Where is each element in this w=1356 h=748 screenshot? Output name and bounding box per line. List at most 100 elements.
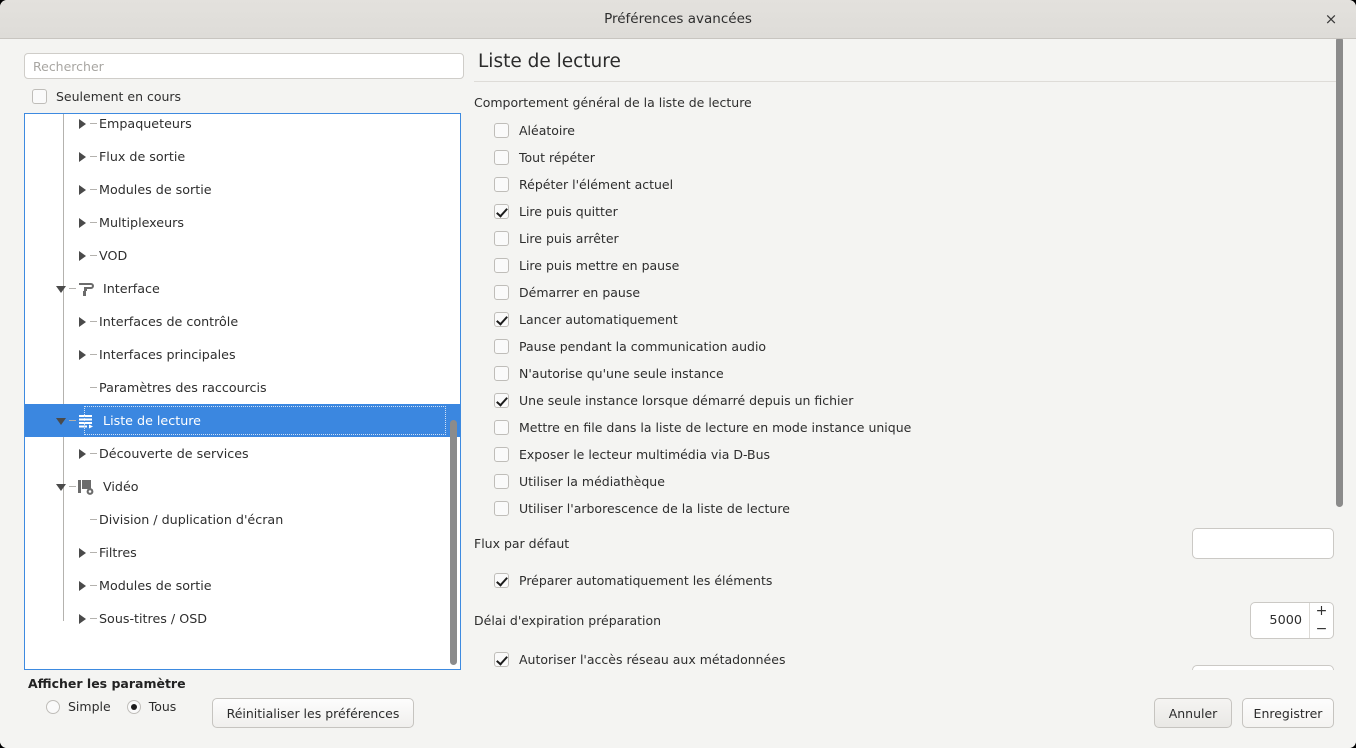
option-checkbox[interactable] xyxy=(494,204,509,219)
tree-item[interactable]: Empaqueteurs xyxy=(25,114,460,140)
chevron-down-icon[interactable] xyxy=(55,414,69,428)
tree-item[interactable]: Interfaces de contrôle xyxy=(25,305,460,338)
option-row[interactable]: Une seule instance lorsque démarré depui… xyxy=(470,387,1356,414)
chevron-right-icon[interactable] xyxy=(76,249,90,263)
chevron-right-icon[interactable] xyxy=(76,216,90,230)
stepper-increment-icon[interactable]: + xyxy=(1310,603,1333,621)
option-checkbox[interactable] xyxy=(494,258,509,273)
option-row[interactable]: Lancer automatiquement xyxy=(470,306,1356,333)
stepper-decrement-icon[interactable]: − xyxy=(1310,620,1333,638)
radio-all[interactable] xyxy=(126,699,141,714)
option-checkbox[interactable] xyxy=(494,420,509,435)
options-list: Aléatoire Tout répéter Répéter l'élément a… xyxy=(470,117,1356,522)
option-row[interactable]: Pause pendant la communication audio xyxy=(470,333,1356,360)
dialog-buttons: Annuler Enregistrer xyxy=(1154,698,1334,728)
option-checkbox[interactable] xyxy=(494,474,509,489)
tree-item-label: Interfaces principales xyxy=(99,347,236,362)
tree-item-label: VOD xyxy=(99,248,128,263)
chevron-right-icon[interactable] xyxy=(76,150,90,164)
search-input[interactable] xyxy=(24,53,464,79)
tree-connector-dash xyxy=(90,321,97,322)
chevron-right-icon[interactable] xyxy=(76,183,90,197)
preparse-checkbox[interactable] xyxy=(494,572,509,588)
preparse-timeout-stepper[interactable]: 5000 + − xyxy=(1250,601,1334,639)
chevron-right-icon[interactable] xyxy=(76,315,90,329)
option-checkbox[interactable] xyxy=(494,312,509,327)
cancel-button[interactable]: Annuler xyxy=(1154,698,1232,728)
tree-item[interactable]: Vidéo xyxy=(25,470,460,503)
chevron-right-icon[interactable] xyxy=(76,447,90,461)
tree-item-label: Paramètres des raccourcis xyxy=(99,380,267,395)
option-row[interactable]: Lire puis arrêter xyxy=(470,225,1356,252)
tree-item-label: Modules de sortie xyxy=(99,578,212,593)
option-row[interactable]: Mettre en file dans la liste de lecture … xyxy=(470,414,1356,441)
tree-item[interactable]: Flux de sortie xyxy=(25,140,460,173)
chevron-right-icon[interactable] xyxy=(76,579,90,593)
chevron-down-icon[interactable] xyxy=(55,282,69,296)
video-icon xyxy=(76,478,96,496)
chevron-right-icon[interactable] xyxy=(76,348,90,362)
close-icon[interactable]: × xyxy=(1318,6,1344,32)
chevron-right-icon[interactable] xyxy=(76,612,90,626)
sidebar-scrollbar-thumb[interactable] xyxy=(450,420,457,665)
option-row[interactable]: Aléatoire xyxy=(470,117,1356,144)
option-checkbox[interactable] xyxy=(494,177,509,192)
option-row[interactable]: N'autorise qu'une seule instance xyxy=(470,360,1356,387)
chevron-right-icon[interactable] xyxy=(76,117,90,131)
tree-item[interactable]: Interfaces principales xyxy=(25,338,460,371)
preparse-timeout-value[interactable]: 5000 xyxy=(1251,603,1309,638)
only-current-checkbox[interactable] xyxy=(32,89,47,104)
option-row[interactable]: Lire puis mettre en pause xyxy=(470,252,1356,279)
reset-preferences-button[interactable]: Réinitialiser les préférences xyxy=(211,698,415,728)
sidebar-scrollbar-track[interactable] xyxy=(447,114,460,669)
tree-item-label: Sous-titres / OSD xyxy=(99,611,208,626)
tree-item[interactable]: Modules de sortie xyxy=(25,173,460,206)
tree-item[interactable]: Division / duplication d'écran xyxy=(25,503,460,536)
option-row[interactable]: Utiliser la médiathèque xyxy=(470,468,1356,495)
tree-item[interactable]: Liste de lecture xyxy=(25,404,460,437)
option-checkbox[interactable] xyxy=(494,285,509,300)
option-checkbox[interactable] xyxy=(494,366,509,381)
titlebar: Préférences avancées × xyxy=(0,0,1356,39)
save-button[interactable]: Enregistrer xyxy=(1242,698,1334,728)
default-stream-input[interactable] xyxy=(1192,527,1334,559)
option-row[interactable]: Exposer le lecteur multimédia via D-Bus xyxy=(470,441,1356,468)
tree-connector-dash xyxy=(90,189,97,190)
tree-item[interactable]: Modules de sortie xyxy=(25,569,460,602)
network-metadata-checkbox[interactable] xyxy=(494,651,509,667)
tree-item[interactable]: Paramètres des raccourcis xyxy=(25,371,460,404)
preparse-row[interactable]: Préparer automatiquement les éléments xyxy=(470,564,1356,596)
footer: Afficher les paramètre Simple Tous Réini… xyxy=(0,670,1356,748)
settings-scrollbar-thumb[interactable] xyxy=(1336,39,1343,507)
tree-item-label: Vidéo xyxy=(103,479,139,494)
settings-tree-frame: Empaqueteurs Flux de sortie Modules de sor… xyxy=(24,113,461,670)
option-checkbox[interactable] xyxy=(494,231,509,246)
option-checkbox[interactable] xyxy=(494,447,509,462)
option-row[interactable]: Utiliser l'arborescence de la liste de l… xyxy=(470,495,1356,522)
preparse-label: Préparer automatiquement les éléments xyxy=(519,572,773,588)
option-label: Mettre en file dans la liste de lecture … xyxy=(519,420,912,435)
option-label: Utiliser la médiathèque xyxy=(519,474,665,489)
only-current-row[interactable]: Seulement en cours xyxy=(0,79,470,113)
option-checkbox[interactable] xyxy=(494,393,509,408)
option-checkbox[interactable] xyxy=(494,123,509,138)
tree-item[interactable]: Multiplexeurs xyxy=(25,206,460,239)
radio-simple[interactable] xyxy=(46,699,60,714)
settings-scrollbar-track[interactable] xyxy=(1333,39,1346,670)
tree-item[interactable]: Découverte de services xyxy=(25,437,460,470)
tree-item[interactable]: Sous-titres / OSD xyxy=(25,602,460,635)
chevron-down-icon[interactable] xyxy=(55,480,69,494)
tree-item[interactable]: Interface xyxy=(25,272,460,305)
option-checkbox[interactable] xyxy=(494,150,509,165)
option-row[interactable]: Tout répéter xyxy=(470,144,1356,171)
network-metadata-label: Autoriser l'accès réseau aux métadonnées xyxy=(519,651,786,667)
option-checkbox[interactable] xyxy=(494,339,509,354)
tree-item[interactable]: Filtres xyxy=(25,536,460,569)
option-row[interactable]: Lire puis quitter xyxy=(470,198,1356,225)
option-row[interactable]: Démarrer en pause xyxy=(470,279,1356,306)
option-checkbox[interactable] xyxy=(494,501,509,516)
chevron-right-icon[interactable] xyxy=(76,546,90,560)
option-label: Lire puis arrêter xyxy=(519,231,619,246)
tree-item[interactable]: VOD xyxy=(25,239,460,272)
option-row[interactable]: Répéter l'élément actuel xyxy=(470,171,1356,198)
